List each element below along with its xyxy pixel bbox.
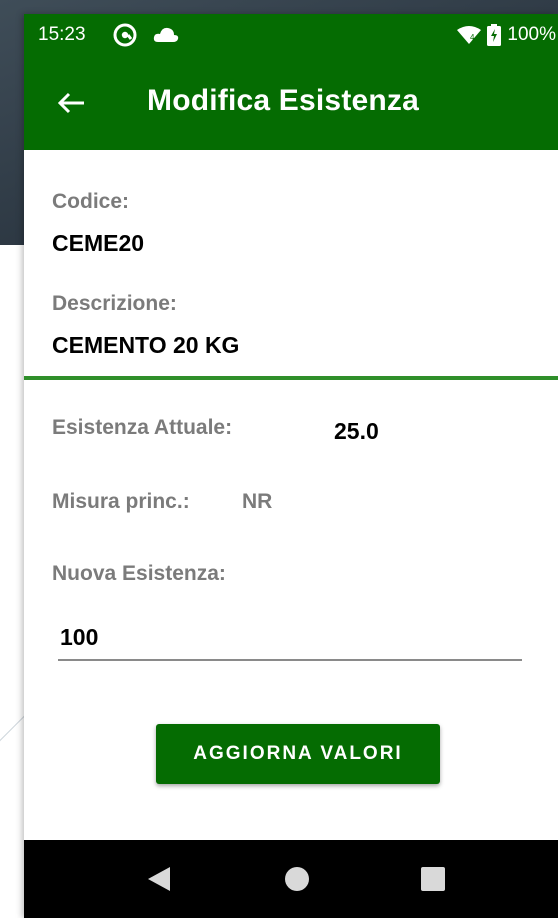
- new-stock-label: Nuova Esistenza:: [52, 562, 226, 585]
- back-button[interactable]: [46, 78, 96, 128]
- svg-text:4: 4: [470, 33, 475, 42]
- item-info-section: Codice: CEME20 Descrizione: CEMENTO 20 K…: [24, 150, 558, 376]
- arrow-left-icon: [56, 91, 86, 115]
- recents-square-icon[interactable]: [416, 862, 450, 896]
- unit-label: Misura princ.:: [52, 490, 190, 513]
- system-nav-bar: [24, 840, 558, 918]
- current-stock-label: Esistenza Attuale:: [52, 416, 233, 439]
- back-triangle-icon[interactable]: [142, 862, 176, 896]
- code-value: CEME20: [52, 230, 145, 256]
- status-right-group: 4 100%: [457, 24, 556, 46]
- code-label: Codice:: [52, 190, 130, 213]
- battery-charging-icon: [487, 24, 502, 46]
- new-stock-input[interactable]: 100: [60, 624, 98, 651]
- phone-screen: 15:23 4 100% Modifica Esistenza Codice: …: [24, 14, 558, 918]
- status-bar: 15:23 4 100%: [24, 14, 558, 56]
- update-values-button[interactable]: AGGIORNA VALORI: [156, 724, 440, 784]
- page-title: Modifica Esistenza: [147, 84, 420, 117]
- cloud-icon: [152, 22, 180, 48]
- status-time: 15:23: [38, 24, 86, 45]
- new-stock-input-underline: [58, 659, 522, 661]
- app-bar: Modifica Esistenza: [24, 56, 558, 150]
- description-label: Descrizione:: [52, 292, 177, 315]
- at-sign-icon: [112, 22, 138, 48]
- section-divider: [24, 376, 558, 380]
- wifi-icon: 4: [457, 25, 482, 45]
- description-value: CEMENTO 20 KG: [52, 332, 240, 358]
- battery-percent: 100%: [507, 24, 556, 45]
- home-circle-icon[interactable]: [280, 862, 314, 896]
- unit-value: NR: [242, 490, 273, 513]
- current-stock-value: 25.0: [334, 418, 379, 444]
